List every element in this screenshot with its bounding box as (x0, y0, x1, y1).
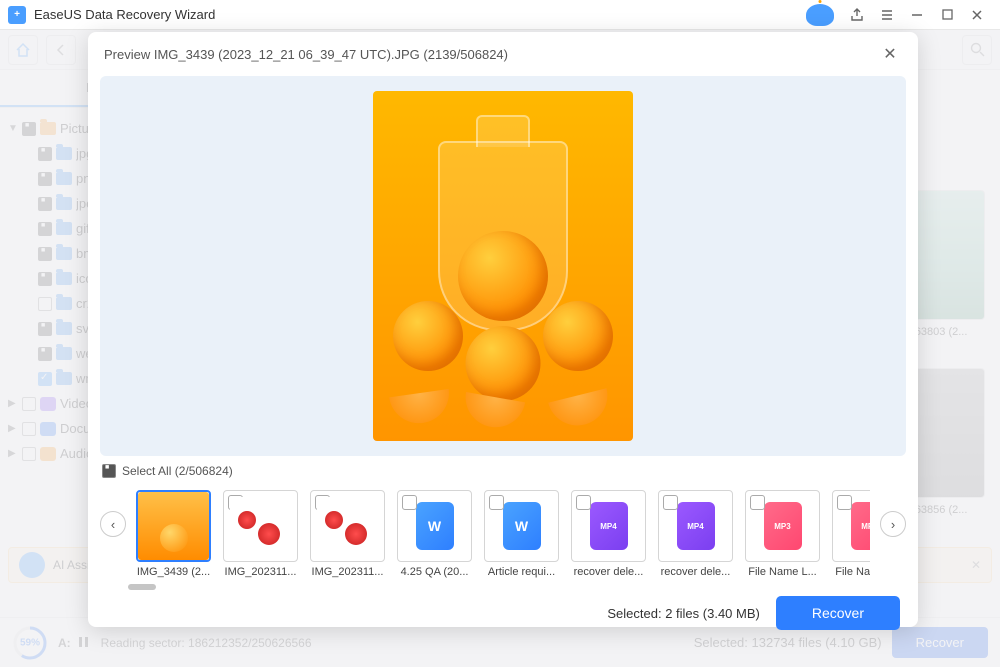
strip-thumb[interactable]: MP3 (745, 490, 820, 562)
photo-thumb-icon (317, 497, 379, 555)
item-checkbox[interactable] (576, 495, 591, 510)
strip-label: IMG_3439 (2... (136, 566, 211, 578)
menu-icon[interactable] (872, 0, 902, 30)
scrollbar-thumb[interactable] (128, 584, 156, 590)
select-all-label: Select All (2/506824) (122, 464, 233, 478)
strip-thumb[interactable] (223, 490, 298, 562)
strip-thumb[interactable]: W (397, 490, 472, 562)
strip-thumb[interactable]: W (484, 490, 559, 562)
strip-thumb[interactable] (136, 490, 211, 562)
word-file-icon: W (503, 502, 541, 550)
strip-label: recover dele... (571, 566, 646, 578)
preview-modal: Preview IMG_3439 (2023_12_21 06_39_47 UT… (88, 32, 918, 627)
assistant-icon[interactable] (806, 4, 834, 26)
photo-thumb-icon (230, 497, 292, 555)
strip-label: File Name L... (832, 566, 870, 578)
strip-label: recover dele... (658, 566, 733, 578)
item-checkbox[interactable] (402, 495, 417, 510)
strip-thumb[interactable]: MP3 (832, 490, 870, 562)
strip-next-button[interactable]: › (880, 511, 906, 537)
modal-selected-summary: Selected: 2 files (3.40 MB) (607, 606, 759, 621)
preview-image (373, 91, 633, 441)
mp3-file-icon: MP3 (851, 502, 871, 550)
app-logo-icon: + (8, 6, 26, 24)
modal-close-button[interactable]: ✕ (878, 42, 902, 66)
strip-item[interactable]: W 4.25 QA (20... (397, 490, 472, 578)
app-title: EaseUS Data Recovery Wizard (34, 7, 798, 22)
select-all-checkbox[interactable] (102, 464, 116, 478)
photo-thumb-icon (138, 492, 209, 560)
mp4-file-icon: MP4 (590, 502, 628, 550)
titlebar: + EaseUS Data Recovery Wizard (0, 0, 1000, 30)
item-checkbox[interactable] (489, 495, 504, 510)
mp3-file-icon: MP3 (764, 502, 802, 550)
strip-label: IMG_202311... (223, 566, 298, 578)
strip-item[interactable]: IMG_202311... (310, 490, 385, 578)
mp4-file-icon: MP4 (677, 502, 715, 550)
item-checkbox[interactable] (750, 495, 765, 510)
strip-item[interactable]: MP3 File Name L... (832, 490, 870, 578)
strip-item[interactable]: W Article requi... (484, 490, 559, 578)
share-icon[interactable] (842, 0, 872, 30)
modal-title: Preview IMG_3439 (2023_12_21 06_39_47 UT… (104, 47, 508, 62)
item-checkbox[interactable] (663, 495, 678, 510)
thumbnail-strip: ‹ IMG_3439 (2... IMG_202311... (88, 484, 918, 578)
close-button[interactable] (962, 0, 992, 30)
item-checkbox[interactable] (837, 495, 852, 510)
strip-label: 4.25 QA (20... (397, 566, 472, 578)
strip-prev-button[interactable]: ‹ (100, 511, 126, 537)
strip-label: IMG_202311... (310, 566, 385, 578)
select-all-row[interactable]: Select All (2/506824) (88, 456, 918, 484)
minimize-button[interactable] (902, 0, 932, 30)
maximize-button[interactable] (932, 0, 962, 30)
strip-item[interactable]: IMG_202311... (223, 490, 298, 578)
strip-label: Article requi... (484, 566, 559, 578)
strip-item[interactable]: MP3 File Name L... (745, 490, 820, 578)
word-file-icon: W (416, 502, 454, 550)
preview-stage (100, 76, 906, 456)
strip-item[interactable]: IMG_3439 (2... (136, 490, 211, 578)
strip-thumb[interactable] (310, 490, 385, 562)
strip-item[interactable]: MP4 recover dele... (658, 490, 733, 578)
modal-recover-button[interactable]: Recover (776, 596, 900, 630)
strip-item[interactable]: MP4 recover dele... (571, 490, 646, 578)
strip-label: File Name L... (745, 566, 820, 578)
strip-thumb[interactable]: MP4 (571, 490, 646, 562)
strip-thumb[interactable]: MP4 (658, 490, 733, 562)
